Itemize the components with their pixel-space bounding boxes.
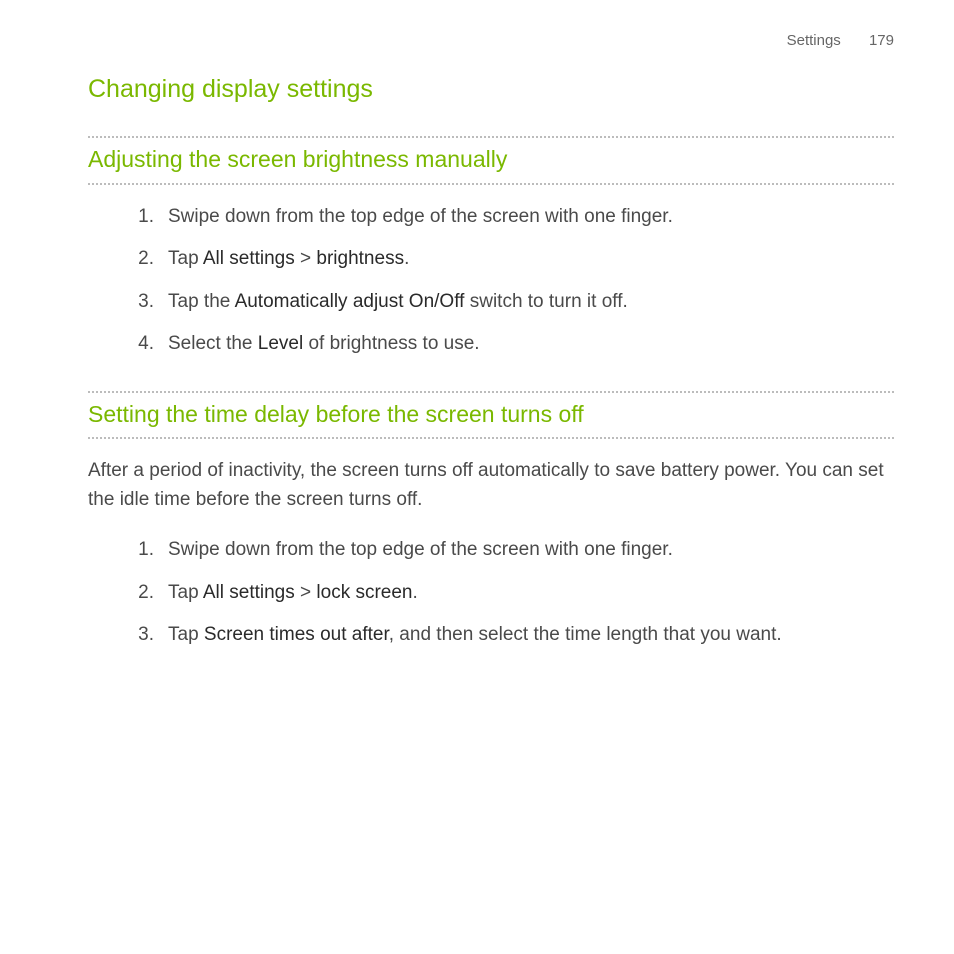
ui-path-segment: lock screen xyxy=(316,582,412,603)
path-separator: > xyxy=(295,248,317,269)
step-item: Tap All settings > brightness. xyxy=(126,245,894,274)
step-text: Tap the xyxy=(168,291,235,312)
header-section-label: Settings xyxy=(787,32,841,49)
path-separator: > xyxy=(295,582,317,603)
ui-control-name: Automatically adjust On/Off xyxy=(235,291,465,312)
ui-path-segment: brightness xyxy=(316,248,404,269)
step-item: Tap All settings > lock screen. xyxy=(126,579,894,608)
step-text: Select the xyxy=(168,333,258,354)
ui-path-segment: All settings xyxy=(203,248,295,269)
step-item: Tap the Automatically adjust On/Off swit… xyxy=(126,288,894,317)
step-item: Tap Screen times out after, and then sel… xyxy=(126,621,894,650)
step-text: , and then select the time length that y… xyxy=(389,624,782,645)
step-text: switch to turn it off. xyxy=(464,291,627,312)
page-header: Settings 179 xyxy=(88,30,894,53)
steps-list-brightness: Swipe down from the top edge of the scre… xyxy=(88,203,894,359)
step-item: Swipe down from the top edge of the scre… xyxy=(126,536,894,565)
ui-control-name: Level xyxy=(258,333,303,354)
step-text: Tap xyxy=(168,582,203,603)
step-text: . xyxy=(413,582,418,603)
step-text: of brightness to use. xyxy=(303,333,479,354)
section-intro-text: After a period of inactivity, the screen… xyxy=(88,457,894,514)
ui-control-name: Screen times out after xyxy=(204,624,389,645)
step-text: . xyxy=(404,248,409,269)
step-text: Tap xyxy=(168,624,204,645)
section-heading-brightness: Adjusting the screen brightness manually xyxy=(88,136,894,185)
section-heading-timeout: Setting the time delay before the screen… xyxy=(88,391,894,440)
ui-path-segment: All settings xyxy=(203,582,295,603)
step-item: Select the Level of brightness to use. xyxy=(126,330,894,359)
page-title: Changing display settings xyxy=(88,71,894,109)
step-text: Tap xyxy=(168,248,203,269)
header-page-number: 179 xyxy=(869,32,894,49)
steps-list-timeout: Swipe down from the top edge of the scre… xyxy=(88,536,894,650)
step-item: Swipe down from the top edge of the scre… xyxy=(126,203,894,232)
